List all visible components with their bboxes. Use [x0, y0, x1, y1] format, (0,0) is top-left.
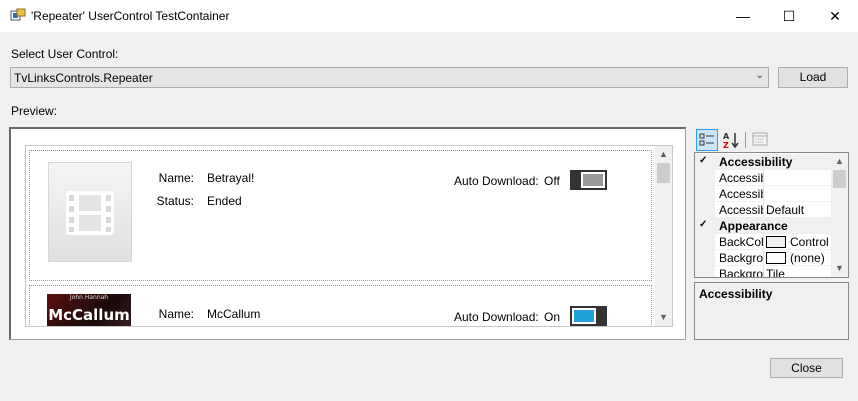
scroll-thumb[interactable] [833, 170, 846, 188]
name-value: McCallum [207, 307, 261, 321]
status-label: Status: [156, 194, 194, 208]
repeater-item[interactable]: John Hannah McCallum Name: McCallum Auto… [29, 285, 652, 326]
collapse-icon[interactable]: ✓ [699, 219, 707, 230]
close-window-button[interactable]: ✕ [812, 0, 858, 32]
property-description-panel: Accessibility [694, 282, 849, 340]
property-value[interactable]: Tile [766, 267, 785, 277]
auto-download-state: Off [544, 174, 560, 188]
column-separator [763, 186, 764, 202]
column-separator [763, 170, 764, 186]
column-separator [763, 234, 764, 250]
property-row[interactable]: Accessibi [695, 186, 831, 202]
auto-download-toggle[interactable] [570, 306, 607, 326]
description-title: Accessibility [699, 287, 773, 301]
categorized-icon[interactable] [696, 129, 718, 151]
status-value: Ended [207, 194, 242, 208]
name-label: Name: [158, 307, 194, 321]
maximize-button[interactable]: ☐ [766, 0, 812, 32]
category-name: Appearance [719, 219, 788, 233]
property-value-with-swatch[interactable]: (none) [766, 251, 825, 265]
property-name: BackColo [719, 235, 763, 249]
app-icon [10, 8, 26, 21]
row-gutter [695, 202, 715, 218]
row-gutter [695, 186, 715, 202]
property-value[interactable]: Default [766, 203, 804, 217]
vertical-scrollbar[interactable]: ▲ ▼ [655, 146, 672, 326]
svg-text:A: A [723, 132, 730, 141]
user-control-combobox[interactable]: TvLinksControls.Repeater ⌄ [10, 67, 769, 88]
repeater-item[interactable]: Name: Betrayal! Status: Ended Auto Downl… [29, 150, 652, 281]
property-name: Backgrou [719, 251, 763, 265]
title-bar: 'Repeater' UserControl TestContainer — ☐… [0, 0, 858, 32]
toolbar-separator [745, 132, 746, 148]
property-grid-toolbar: A Z [696, 129, 848, 151]
thumbnail-subtitle: John Hannah [69, 294, 109, 301]
row-gutter [695, 234, 715, 250]
property-row[interactable]: Accessibi [695, 170, 831, 186]
name-value: Betrayal! [207, 171, 255, 185]
auto-download-state: On [544, 310, 561, 324]
scroll-down-icon[interactable]: ▼ [831, 260, 848, 277]
row-gutter [695, 266, 715, 277]
auto-download-label: Auto Download: [454, 174, 539, 188]
thumbnail-placeholder [48, 162, 132, 262]
property-name: Backgrou [719, 267, 763, 278]
repeater-control[interactable]: Name: Betrayal! Status: Ended Auto Downl… [25, 145, 673, 327]
collapse-icon[interactable]: ✓ [699, 155, 707, 166]
toggle-knob [596, 308, 605, 324]
column-separator [763, 250, 764, 266]
property-value: Control [790, 235, 829, 249]
property-name: Accessibi [719, 187, 763, 201]
toggle-track [572, 308, 596, 324]
chevron-down-icon[interactable]: ⌄ [756, 70, 764, 81]
scroll-up-icon[interactable]: ▲ [655, 146, 672, 163]
property-row[interactable]: Accessibi Default [695, 202, 831, 218]
color-swatch [766, 236, 786, 248]
svg-text:Z: Z [723, 141, 729, 149]
row-gutter [695, 250, 715, 266]
category-row-appearance[interactable]: ✓ Appearance [695, 218, 831, 234]
property-row[interactable]: Backgrou (none) [695, 250, 831, 266]
combobox-value: TvLinksControls.Repeater [14, 71, 153, 85]
image-swatch [766, 252, 786, 264]
name-label: Name: [158, 171, 194, 185]
toggle-track [581, 172, 605, 188]
property-row[interactable]: Backgrou Tile [695, 266, 831, 278]
category-name: Accessibility [719, 155, 793, 169]
row-gutter [695, 170, 715, 186]
thumbnail-image: John Hannah McCallum [47, 294, 131, 326]
scroll-up-icon[interactable]: ▲ [831, 153, 848, 170]
property-value-with-swatch[interactable]: Control [766, 235, 829, 249]
category-row-accessibility[interactable]: ✓ Accessibility [695, 154, 831, 170]
property-grid[interactable]: ✓ Accessibility Accessibi Accessibi Acce… [694, 152, 849, 278]
property-pages-icon[interactable] [749, 129, 771, 151]
alphabetical-icon[interactable]: A Z [720, 129, 742, 151]
preview-label: Preview: [11, 104, 58, 118]
window-title: 'Repeater' UserControl TestContainer [31, 9, 230, 23]
scroll-thumb[interactable] [657, 163, 670, 183]
column-separator [763, 266, 764, 277]
scroll-down-icon[interactable]: ▼ [655, 309, 672, 326]
toggle-knob [572, 172, 581, 188]
load-button[interactable]: Load [778, 67, 848, 88]
select-user-control-label: Select User Control: [11, 47, 119, 61]
property-value: (none) [790, 251, 825, 265]
auto-download-label: Auto Download: [454, 310, 539, 324]
minimize-button[interactable]: — [720, 0, 766, 32]
column-separator [763, 202, 764, 218]
property-name: Accessibi [719, 171, 763, 185]
property-grid-scrollbar[interactable]: ▲ ▼ [831, 153, 848, 277]
auto-download-toggle[interactable] [570, 170, 607, 190]
close-button[interactable]: Close [770, 358, 843, 378]
property-name: Accessibi [719, 203, 763, 217]
film-placeholder-icon [66, 191, 114, 235]
property-row[interactable]: BackColo Control [695, 234, 831, 250]
